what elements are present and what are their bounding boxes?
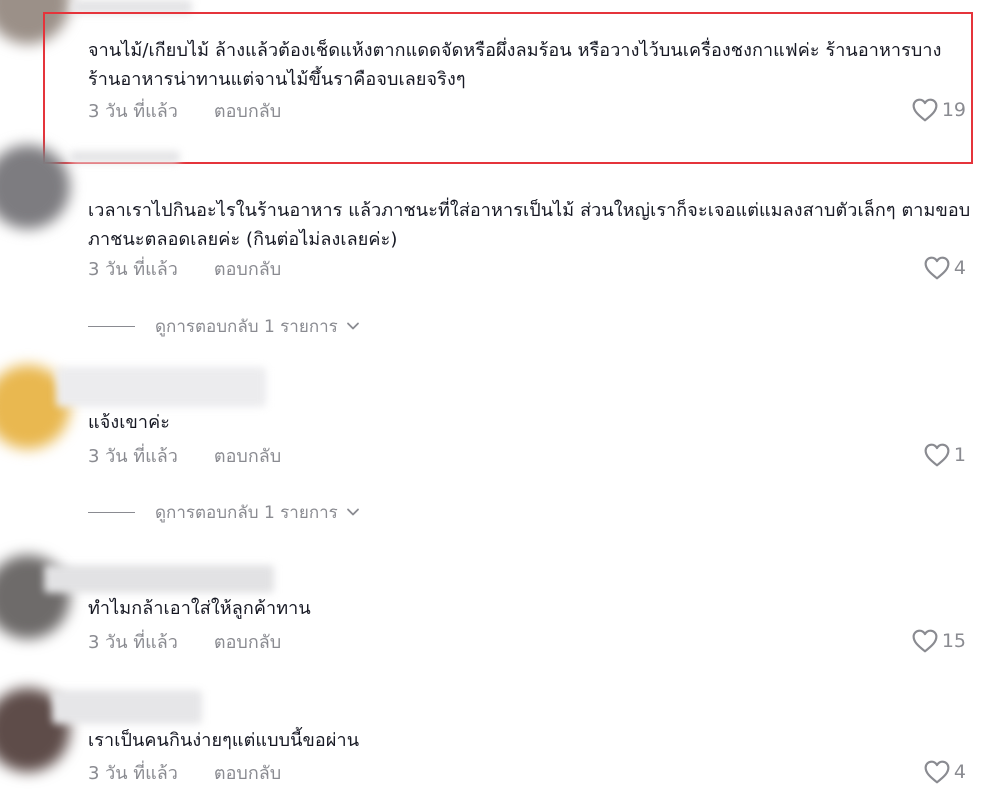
- highlight-box: [43, 12, 973, 164]
- comment-time: 3 วัน ที่แล้ว: [88, 762, 178, 784]
- comment-item: เวลาเราไปกินอะไรในร้านอาหาร แล้วภาชนะที่…: [0, 145, 984, 355]
- view-replies-label: ดูการตอบกลับ 1 รายการ: [155, 502, 338, 523]
- comment-meta: 3 วัน ที่แล้ว ตอบกลับ: [88, 256, 281, 280]
- divider-line: [88, 511, 135, 513]
- comment-item: จานไม้/เกียบไม้ ล้างแล้วต้องเช็ดแห้งตากแ…: [0, 0, 984, 165]
- like-count: 15: [941, 630, 966, 652]
- heart-outline-icon: [924, 443, 950, 467]
- comment-meta: 3 วัน ที่แล้ว ตอบกลับ: [88, 760, 281, 784]
- comment-meta: 3 วัน ที่แล้ว ตอบกลับ: [88, 443, 281, 467]
- divider-line: [88, 325, 135, 327]
- comment-text: เราเป็นคนกินง่ายๆแต่แบบนี้ขอผ่าน: [88, 730, 360, 751]
- like-button[interactable]: 15: [912, 628, 966, 654]
- username[interactable]: [56, 367, 266, 407]
- comment-text: เวลาเราไปกินอะไรในร้านอาหาร แล้วภาชนะที่…: [88, 200, 971, 250]
- view-replies-label: ดูการตอบกลับ 1 รายการ: [155, 316, 338, 337]
- comment-time: 3 วัน ที่แล้ว: [88, 445, 178, 467]
- view-replies-button[interactable]: ดูการตอบกลับ 1 รายการ: [88, 500, 360, 524]
- heart-outline-icon: [924, 760, 950, 784]
- chevron-down-icon: [346, 322, 359, 330]
- like-count: 1: [953, 444, 966, 466]
- comment-item: เราเป็นคนกินง่ายๆแต่แบบนี้ขอผ่าน 3 วัน ท…: [0, 680, 984, 805]
- like-button[interactable]: 4: [924, 759, 966, 785]
- reply-button[interactable]: ตอบกลับ: [214, 254, 281, 283]
- like-button[interactable]: 4: [924, 255, 966, 281]
- reply-button[interactable]: ตอบกลับ: [214, 441, 281, 470]
- like-count: 4: [953, 761, 966, 783]
- reply-button[interactable]: ตอบกลับ: [214, 627, 281, 656]
- username[interactable]: [52, 690, 202, 724]
- view-replies-button[interactable]: ดูการตอบกลับ 1 รายการ: [88, 314, 360, 338]
- username[interactable]: [44, 565, 274, 593]
- username[interactable]: [70, 151, 180, 163]
- like-count: 4: [953, 257, 966, 279]
- reply-button[interactable]: ตอบกลับ: [214, 758, 281, 787]
- chevron-down-icon: [346, 508, 359, 516]
- comment-item: ทำไมกล้าเอาใส่ให้ลูกค้าทาน 3 วัน ที่แล้ว…: [0, 545, 984, 680]
- heart-outline-icon: [924, 256, 950, 280]
- comment-text: แจ้งเขาค่ะ: [88, 412, 171, 433]
- comment-time: 3 วัน ที่แล้ว: [88, 258, 178, 280]
- comment-text: ทำไมกล้าเอาใส่ให้ลูกค้าทาน: [88, 598, 311, 619]
- comment-time: 3 วัน ที่แล้ว: [88, 631, 178, 653]
- heart-outline-icon: [912, 629, 938, 653]
- comment-item: แจ้งเขาค่ะ 3 วัน ที่แล้ว ตอบกลับ 1 ดูการ…: [0, 355, 984, 545]
- like-button[interactable]: 1: [924, 442, 966, 468]
- comment-meta: 3 วัน ที่แล้ว ตอบกลับ: [88, 629, 281, 653]
